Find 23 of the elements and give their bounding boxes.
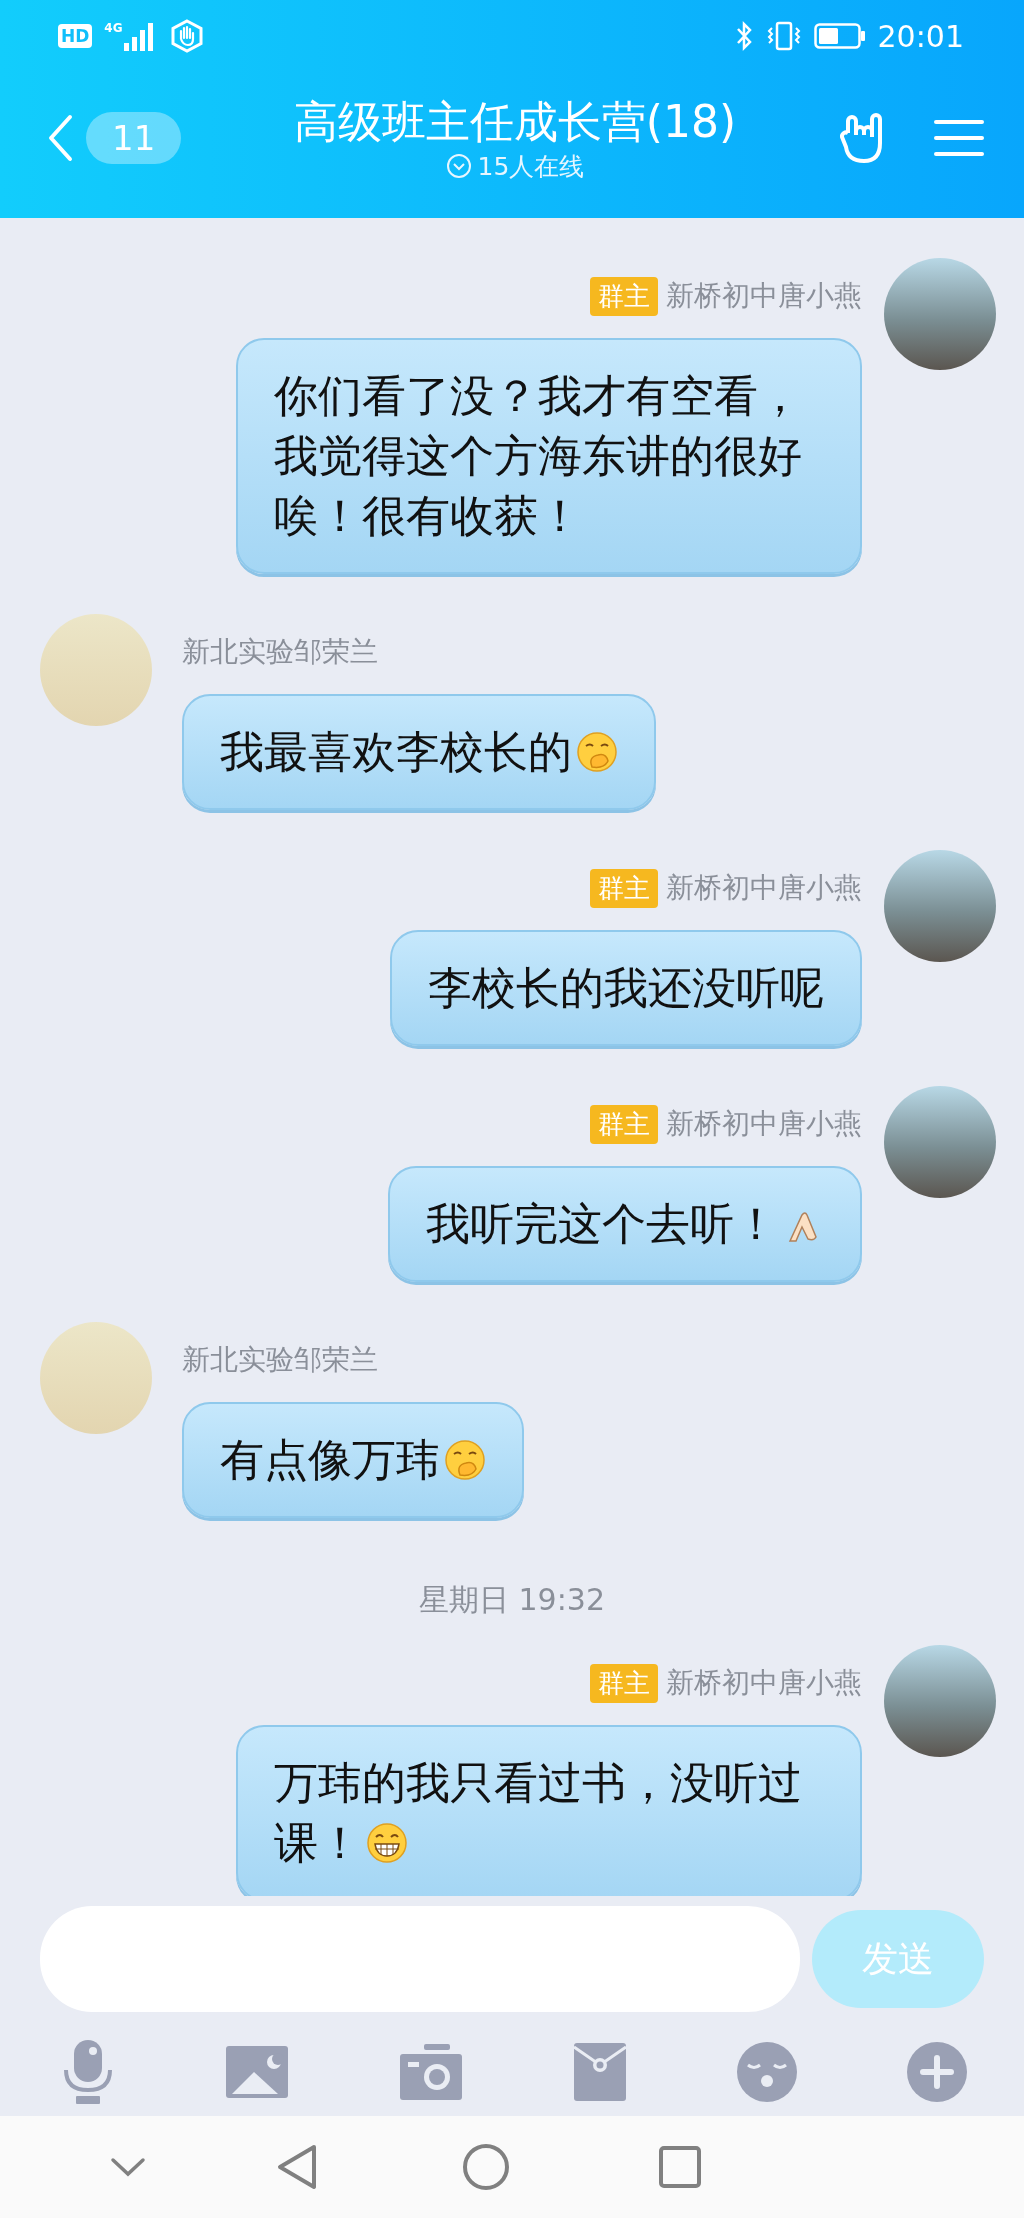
timestamp: 星期日 19:32	[419, 1581, 605, 1619]
role-tag: 群主	[590, 1663, 658, 1703]
sender-name[interactable]: 新桥初中唐小燕	[666, 277, 862, 315]
online-count[interactable]: 15人在线	[477, 149, 585, 183]
clock-time: 20:01	[877, 18, 964, 54]
unread-count-badge[interactable]: 11	[86, 112, 182, 164]
message-bubble[interactable]: 有点像万玮	[182, 1402, 524, 1518]
message-bubble[interactable]: 我听完这个去听！	[388, 1166, 862, 1282]
message-bubble[interactable]: 我最喜欢李校长的	[182, 694, 656, 810]
chat-title: 高级班主任成长营(18)	[293, 94, 737, 149]
sender-name[interactable]: 新北实验邹荣兰	[182, 633, 378, 671]
sender-name[interactable]: 新桥初中唐小燕	[666, 1664, 862, 1702]
message-bubble[interactable]: 李校长的我还没听呢	[390, 930, 862, 1046]
message-bubble[interactable]: 你们看了没？我才有空看，我觉得这个方海东讲的很好唉！很有收获！	[236, 338, 862, 574]
network-type: 4G	[104, 21, 123, 35]
role-tag: 群主	[590, 1104, 658, 1144]
sender-name[interactable]: 新北实验邹荣兰	[182, 1341, 378, 1379]
message-bubble[interactable]: 万玮的我只看过书，没听过课！	[236, 1725, 862, 1896]
hd-indicator: HD	[58, 24, 93, 48]
sender-name[interactable]: 新桥初中唐小燕	[666, 869, 862, 907]
sender-name[interactable]: 新桥初中唐小燕	[666, 1105, 862, 1143]
role-tag: 群主	[590, 276, 658, 316]
role-tag: 群主	[590, 868, 658, 908]
